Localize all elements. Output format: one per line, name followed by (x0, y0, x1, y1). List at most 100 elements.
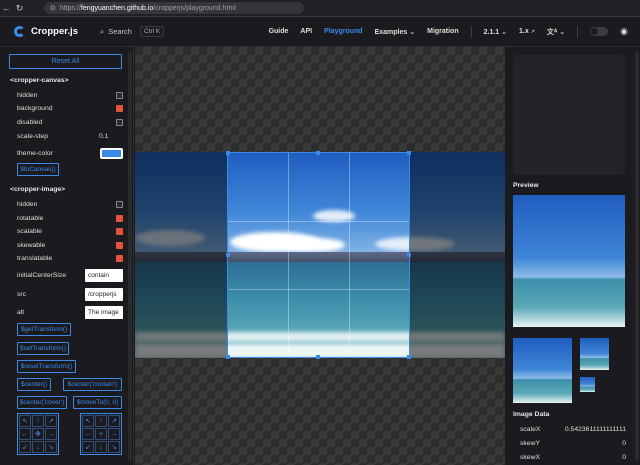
url-path: /cropperjs/playground.html (153, 4, 236, 12)
nav-divider (470, 25, 472, 38)
to-canvas-button[interactable]: $toCanvas() (17, 163, 59, 176)
reset-all-button[interactable]: Reset All (9, 54, 122, 69)
move-up-icon[interactable]: ↑ (32, 415, 44, 427)
preview-medium (513, 338, 572, 403)
chevron-down-icon: ⌄ (409, 28, 416, 36)
move-to-button[interactable]: $moveTo(0, 0) (73, 396, 122, 409)
move-left-icon[interactable]: ← (19, 428, 31, 440)
resize-handle-n[interactable] (316, 151, 320, 155)
grid-line (349, 153, 350, 357)
reload-icon[interactable]: ↻ (13, 3, 26, 14)
preview-large (513, 195, 625, 327)
external-link-icon: ↗ (530, 29, 535, 35)
get-transform-button[interactable]: $getTransform() (17, 323, 71, 336)
option-scale-step: scale-step 0.1 (17, 133, 123, 140)
pad-up-left-icon[interactable]: ↖ (82, 415, 94, 427)
move-down-right-icon[interactable]: ↘ (45, 441, 57, 453)
pad-down-left-icon[interactable]: ↙ (82, 441, 94, 453)
checkbox[interactable] (116, 201, 123, 208)
pad-left-icon[interactable]: ← (82, 428, 94, 440)
move-up-left-icon[interactable]: ↖ (19, 415, 31, 427)
preview-small (580, 338, 609, 370)
alt-input[interactable]: The image (85, 305, 123, 319)
browser-toolbar: ← ↻ ⊙ https://fengyuanchen.github.io/cro… (0, 0, 640, 17)
resize-handle-e[interactable] (407, 253, 411, 257)
search-button[interactable]: ⌕ Search Ctrl K (100, 26, 165, 37)
pad-center-icon[interactable]: + (95, 428, 107, 440)
option-skewable[interactable]: skewable (17, 242, 123, 249)
preview-heading: Preview (513, 182, 539, 189)
set-transform-button[interactable]: $setTransform() (17, 342, 69, 355)
option-rotatable[interactable]: rotatable (17, 215, 123, 222)
move-down-left-icon[interactable]: ↙ (19, 441, 31, 453)
checkbox[interactable] (116, 228, 123, 235)
resize-handle-nw[interactable] (226, 151, 230, 155)
resize-handle-ne[interactable] (407, 151, 411, 155)
pad-down-icon[interactable]: ↓ (95, 441, 107, 453)
initial-center-size-input[interactable]: contain (85, 268, 123, 282)
nav-link-examples[interactable]: Examples ⌄ (375, 28, 416, 36)
url-host: fengyuanchen.github.io (80, 4, 154, 12)
pad-up-icon[interactable]: ↑ (95, 415, 107, 427)
resize-handle-s[interactable] (316, 355, 320, 359)
checkbox[interactable] (116, 105, 123, 112)
checkbox[interactable] (116, 119, 123, 126)
center-contain-button[interactable]: $center('contain') (63, 378, 122, 391)
checkbox[interactable] (116, 242, 123, 249)
option-alt: alt The image (17, 305, 123, 319)
dark-mode-toggle[interactable] (590, 27, 609, 36)
resize-handle-se[interactable] (407, 355, 411, 359)
resize-handle-sw[interactable] (226, 355, 230, 359)
option-theme-color: theme-color (17, 146, 123, 160)
move-right-icon[interactable]: → (45, 428, 57, 440)
address-bar[interactable]: ⊙ https://fengyuanchen.github.io/cropper… (44, 2, 304, 14)
chevron-down-icon: ⌄ (501, 28, 508, 36)
theme-color-picker[interactable] (100, 147, 123, 159)
option-src: src/cropperjs (17, 287, 123, 301)
reset-transform-button[interactable]: $resetTransform() (17, 360, 76, 373)
option-image-hidden[interactable]: hidden (17, 201, 123, 208)
grid-line (228, 221, 409, 222)
nav-link-guide[interactable]: Guide (269, 28, 289, 35)
move-up-right-icon[interactable]: ↗ (45, 415, 57, 427)
checkbox[interactable] (116, 215, 123, 222)
option-canvas-background[interactable]: background (17, 105, 123, 112)
checkbox[interactable] (116, 255, 123, 262)
src-input[interactable]: /cropperjs (85, 287, 123, 301)
code-output-box (513, 55, 625, 175)
version-dropdown[interactable]: 2.1.1 ⌄ (484, 28, 507, 36)
option-scalable[interactable]: scalable (17, 228, 123, 235)
pad-down-right-icon[interactable]: ↘ (108, 441, 120, 453)
pad-up-right-icon[interactable]: ↗ (108, 415, 120, 427)
github-icon[interactable]: ◉ (620, 26, 628, 37)
brand-title: Cropper.js (31, 26, 78, 37)
panel-scrollbar[interactable] (635, 51, 639, 461)
image-data-row: scaleX 0.5423611111111111 (520, 426, 626, 433)
brand-link[interactable]: Cropper.js (14, 26, 78, 37)
section-cropper-image: <cropper-image> (10, 186, 66, 193)
sidebar-scrollbar[interactable] (128, 51, 132, 461)
nav-link-playground[interactable]: Playground (324, 28, 363, 35)
center-cover-button[interactable]: $center('cover') (17, 396, 67, 409)
move-down-icon[interactable]: ↓ (32, 441, 44, 453)
checkbox[interactable] (116, 92, 123, 99)
version-1x-link[interactable]: 1.x ↗ (519, 28, 535, 35)
pad-right-icon[interactable]: → (108, 428, 120, 440)
scale-step-value[interactable]: 0.1 (99, 133, 123, 140)
nav-link-migration[interactable]: Migration (427, 28, 459, 35)
option-canvas-hidden[interactable]: hidden (17, 92, 123, 99)
moon-icon (591, 28, 599, 35)
preview-tiny (580, 377, 595, 392)
option-translatable[interactable]: translatable (17, 255, 123, 262)
site-info-icon[interactable]: ⊙ (50, 4, 56, 12)
option-canvas-disabled[interactable]: disabled (17, 119, 123, 126)
resize-handle-w[interactable] (226, 253, 230, 257)
back-icon[interactable]: ← (0, 3, 13, 13)
center-button[interactable]: $center() (17, 378, 51, 391)
cropper-selection[interactable] (226, 151, 411, 359)
language-dropdown[interactable]: 文ᴬ ⌄ (547, 27, 565, 37)
move-center-icon[interactable]: ✥ (32, 428, 44, 440)
nav-link-api[interactable]: API (300, 28, 312, 35)
cropper-canvas[interactable] (135, 47, 505, 465)
section-cropper-canvas: <cropper-canvas> (10, 77, 69, 84)
